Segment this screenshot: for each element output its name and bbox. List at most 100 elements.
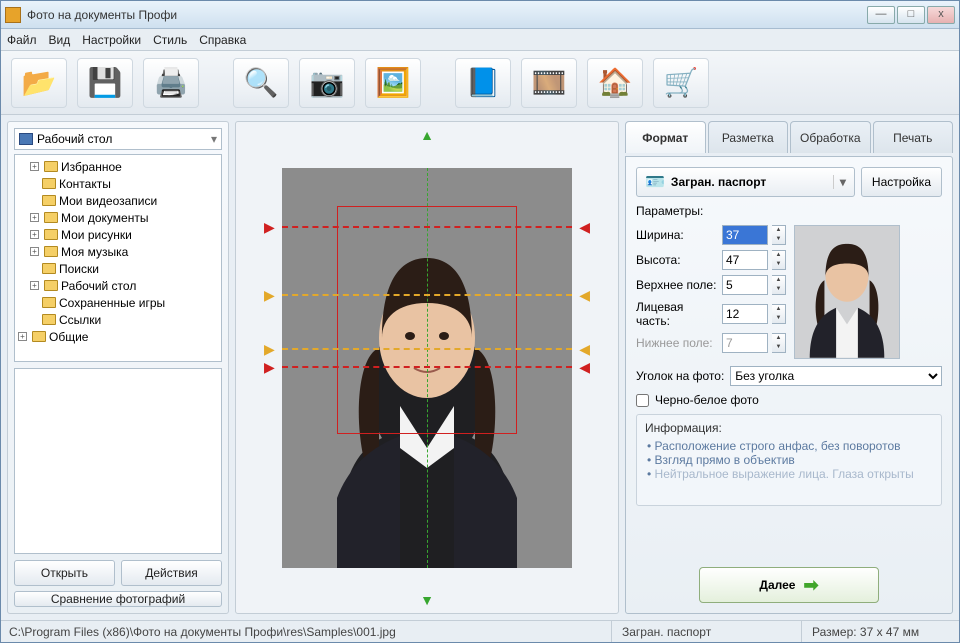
- top-guide[interactable]: [282, 226, 572, 228]
- menu-settings[interactable]: Настройки: [82, 33, 141, 47]
- handle-icon[interactable]: ◀: [579, 288, 590, 302]
- minimize-button[interactable]: —: [867, 6, 895, 24]
- tree-item: Мои видеозаписи: [18, 192, 218, 209]
- menu-style[interactable]: Стиль: [153, 33, 187, 47]
- video-icon[interactable]: 🎞️: [521, 58, 577, 108]
- tree-item: +Избранное: [18, 158, 218, 175]
- status-size: Размер: 37 x 47 мм: [801, 621, 951, 642]
- next-label: Далее: [759, 578, 795, 592]
- photo: ▶ ◀ ▶ ◀ ▶ ◀ ▶ ◀: [282, 168, 572, 568]
- cart-icon[interactable]: 🛒: [653, 58, 709, 108]
- face-input[interactable]: [722, 304, 768, 324]
- width-label: Ширина:: [636, 228, 718, 242]
- menu-view[interactable]: Вид: [49, 33, 71, 47]
- menu-file[interactable]: Файл: [7, 33, 37, 47]
- tab-layout[interactable]: Разметка: [708, 121, 789, 153]
- doc-settings-button[interactable]: Настройка: [861, 167, 942, 197]
- handle-icon[interactable]: ◀: [579, 360, 590, 374]
- open-button[interactable]: Открыть: [14, 560, 115, 586]
- height-input[interactable]: [722, 250, 768, 270]
- maximize-button[interactable]: □: [897, 6, 925, 24]
- info-item: Нейтральное выражение лица. Глаза открыт…: [647, 467, 933, 481]
- height-spinner[interactable]: ▲▼: [772, 250, 786, 270]
- thumbnail-panel: [14, 368, 222, 554]
- identify-icon[interactable]: 🔍: [233, 58, 289, 108]
- handle-bottom-icon[interactable]: ▼: [420, 593, 434, 607]
- corner-select[interactable]: Без уголка: [730, 366, 942, 386]
- passport-icon: 🪪: [645, 172, 665, 192]
- bottom-guide[interactable]: [282, 366, 572, 368]
- location-dropdown[interactable]: Рабочий стол ▾: [14, 128, 222, 150]
- handle-top-icon[interactable]: ▲: [420, 128, 434, 142]
- window-title: Фото на документы Профи: [27, 8, 867, 22]
- photo-canvas[interactable]: ▲ ▼: [235, 121, 619, 614]
- next-button[interactable]: Далее ➡: [699, 567, 879, 603]
- help-icon[interactable]: 📘: [455, 58, 511, 108]
- right-panel: Формат Разметка Обработка Печать 🪪 Загра…: [625, 121, 953, 614]
- center-guide: [427, 168, 428, 568]
- tab-print[interactable]: Печать: [873, 121, 954, 153]
- tree-item: +Мои рисунки: [18, 226, 218, 243]
- camera-icon[interactable]: 📷: [299, 58, 355, 108]
- width-spinner[interactable]: ▲▼: [772, 225, 786, 245]
- info-item: Взгляд прямо в объектив: [647, 453, 933, 467]
- tree-item: Сохраненные игры: [18, 294, 218, 311]
- bottom-label: Нижнее поле:: [636, 336, 718, 350]
- tree-item: +Рабочий стол: [18, 277, 218, 294]
- face-label: Лицевая часть:: [636, 300, 718, 328]
- retouch-icon[interactable]: 🖼️: [365, 58, 421, 108]
- home-icon[interactable]: 🏠: [587, 58, 643, 108]
- sidebar: Рабочий стол ▾ +Избранное Контакты Мои в…: [7, 121, 229, 614]
- location-label: Рабочий стол: [37, 132, 112, 146]
- open-icon[interactable]: 📂: [11, 58, 67, 108]
- chevron-down-icon: ▾: [211, 132, 217, 146]
- chevron-down-icon: ▾: [833, 175, 846, 189]
- folder-tree[interactable]: +Избранное Контакты Мои видеозаписи +Мои…: [14, 154, 222, 362]
- tab-format[interactable]: Формат: [625, 121, 706, 153]
- compare-button[interactable]: Сравнение фотографий: [14, 591, 222, 607]
- height-label: Высота:: [636, 253, 718, 267]
- handle-icon[interactable]: ◀: [579, 220, 590, 234]
- info-title: Информация:: [645, 421, 933, 435]
- corner-label: Уголок на фото:: [636, 369, 724, 383]
- params-label: Параметры:: [636, 204, 942, 218]
- top-spinner[interactable]: ▲▼: [772, 275, 786, 295]
- tree-item: Поиски: [18, 260, 218, 277]
- handle-icon[interactable]: ▶: [264, 220, 275, 234]
- print-icon[interactable]: 🖨️: [143, 58, 199, 108]
- toolbar: 📂 💾 🖨️ 🔍 📷 🖼️ 📘 🎞️ 🏠 🛒: [1, 51, 959, 115]
- chin-guide[interactable]: [282, 348, 572, 350]
- tree-item: Контакты: [18, 175, 218, 192]
- info-item: Расположение строго анфас, без поворотов: [647, 439, 933, 453]
- width-input[interactable]: [722, 225, 768, 245]
- bw-checkbox[interactable]: [636, 394, 649, 407]
- top-input[interactable]: [722, 275, 768, 295]
- statusbar: C:\Program Files (x86)\Фото на документы…: [1, 620, 959, 642]
- close-button[interactable]: x: [927, 6, 955, 24]
- actions-button[interactable]: Действия: [121, 560, 222, 586]
- app-icon: [5, 7, 21, 23]
- face-spinner[interactable]: ▲▼: [772, 304, 786, 324]
- menu-help[interactable]: Справка: [199, 33, 246, 47]
- tree-item: +Моя музыка: [18, 243, 218, 260]
- top-label: Верхнее поле:: [636, 278, 718, 292]
- handle-icon[interactable]: ▶: [264, 288, 275, 302]
- document-type-label: Загран. паспорт: [671, 175, 766, 189]
- tab-processing[interactable]: Обработка: [790, 121, 871, 153]
- save-icon[interactable]: 💾: [77, 58, 133, 108]
- info-box: Информация: Расположение строго анфас, б…: [636, 414, 942, 506]
- bw-label: Черно-белое фото: [655, 393, 759, 407]
- menubar: Файл Вид Настройки Стиль Справка: [1, 29, 959, 51]
- arrow-right-icon: ➡: [803, 575, 818, 596]
- eye-guide[interactable]: [282, 294, 572, 296]
- monitor-icon: [19, 133, 33, 145]
- handle-icon[interactable]: ▶: [264, 360, 275, 374]
- format-preview: [794, 225, 900, 359]
- titlebar: Фото на документы Профи — □ x: [1, 1, 959, 29]
- handle-icon[interactable]: ◀: [579, 342, 590, 356]
- bottom-spinner: ▲▼: [772, 333, 786, 353]
- status-path: C:\Program Files (x86)\Фото на документы…: [9, 625, 601, 639]
- status-doc: Загран. паспорт: [611, 621, 791, 642]
- document-type-dropdown[interactable]: 🪪 Загран. паспорт ▾: [636, 167, 855, 197]
- handle-icon[interactable]: ▶: [264, 342, 275, 356]
